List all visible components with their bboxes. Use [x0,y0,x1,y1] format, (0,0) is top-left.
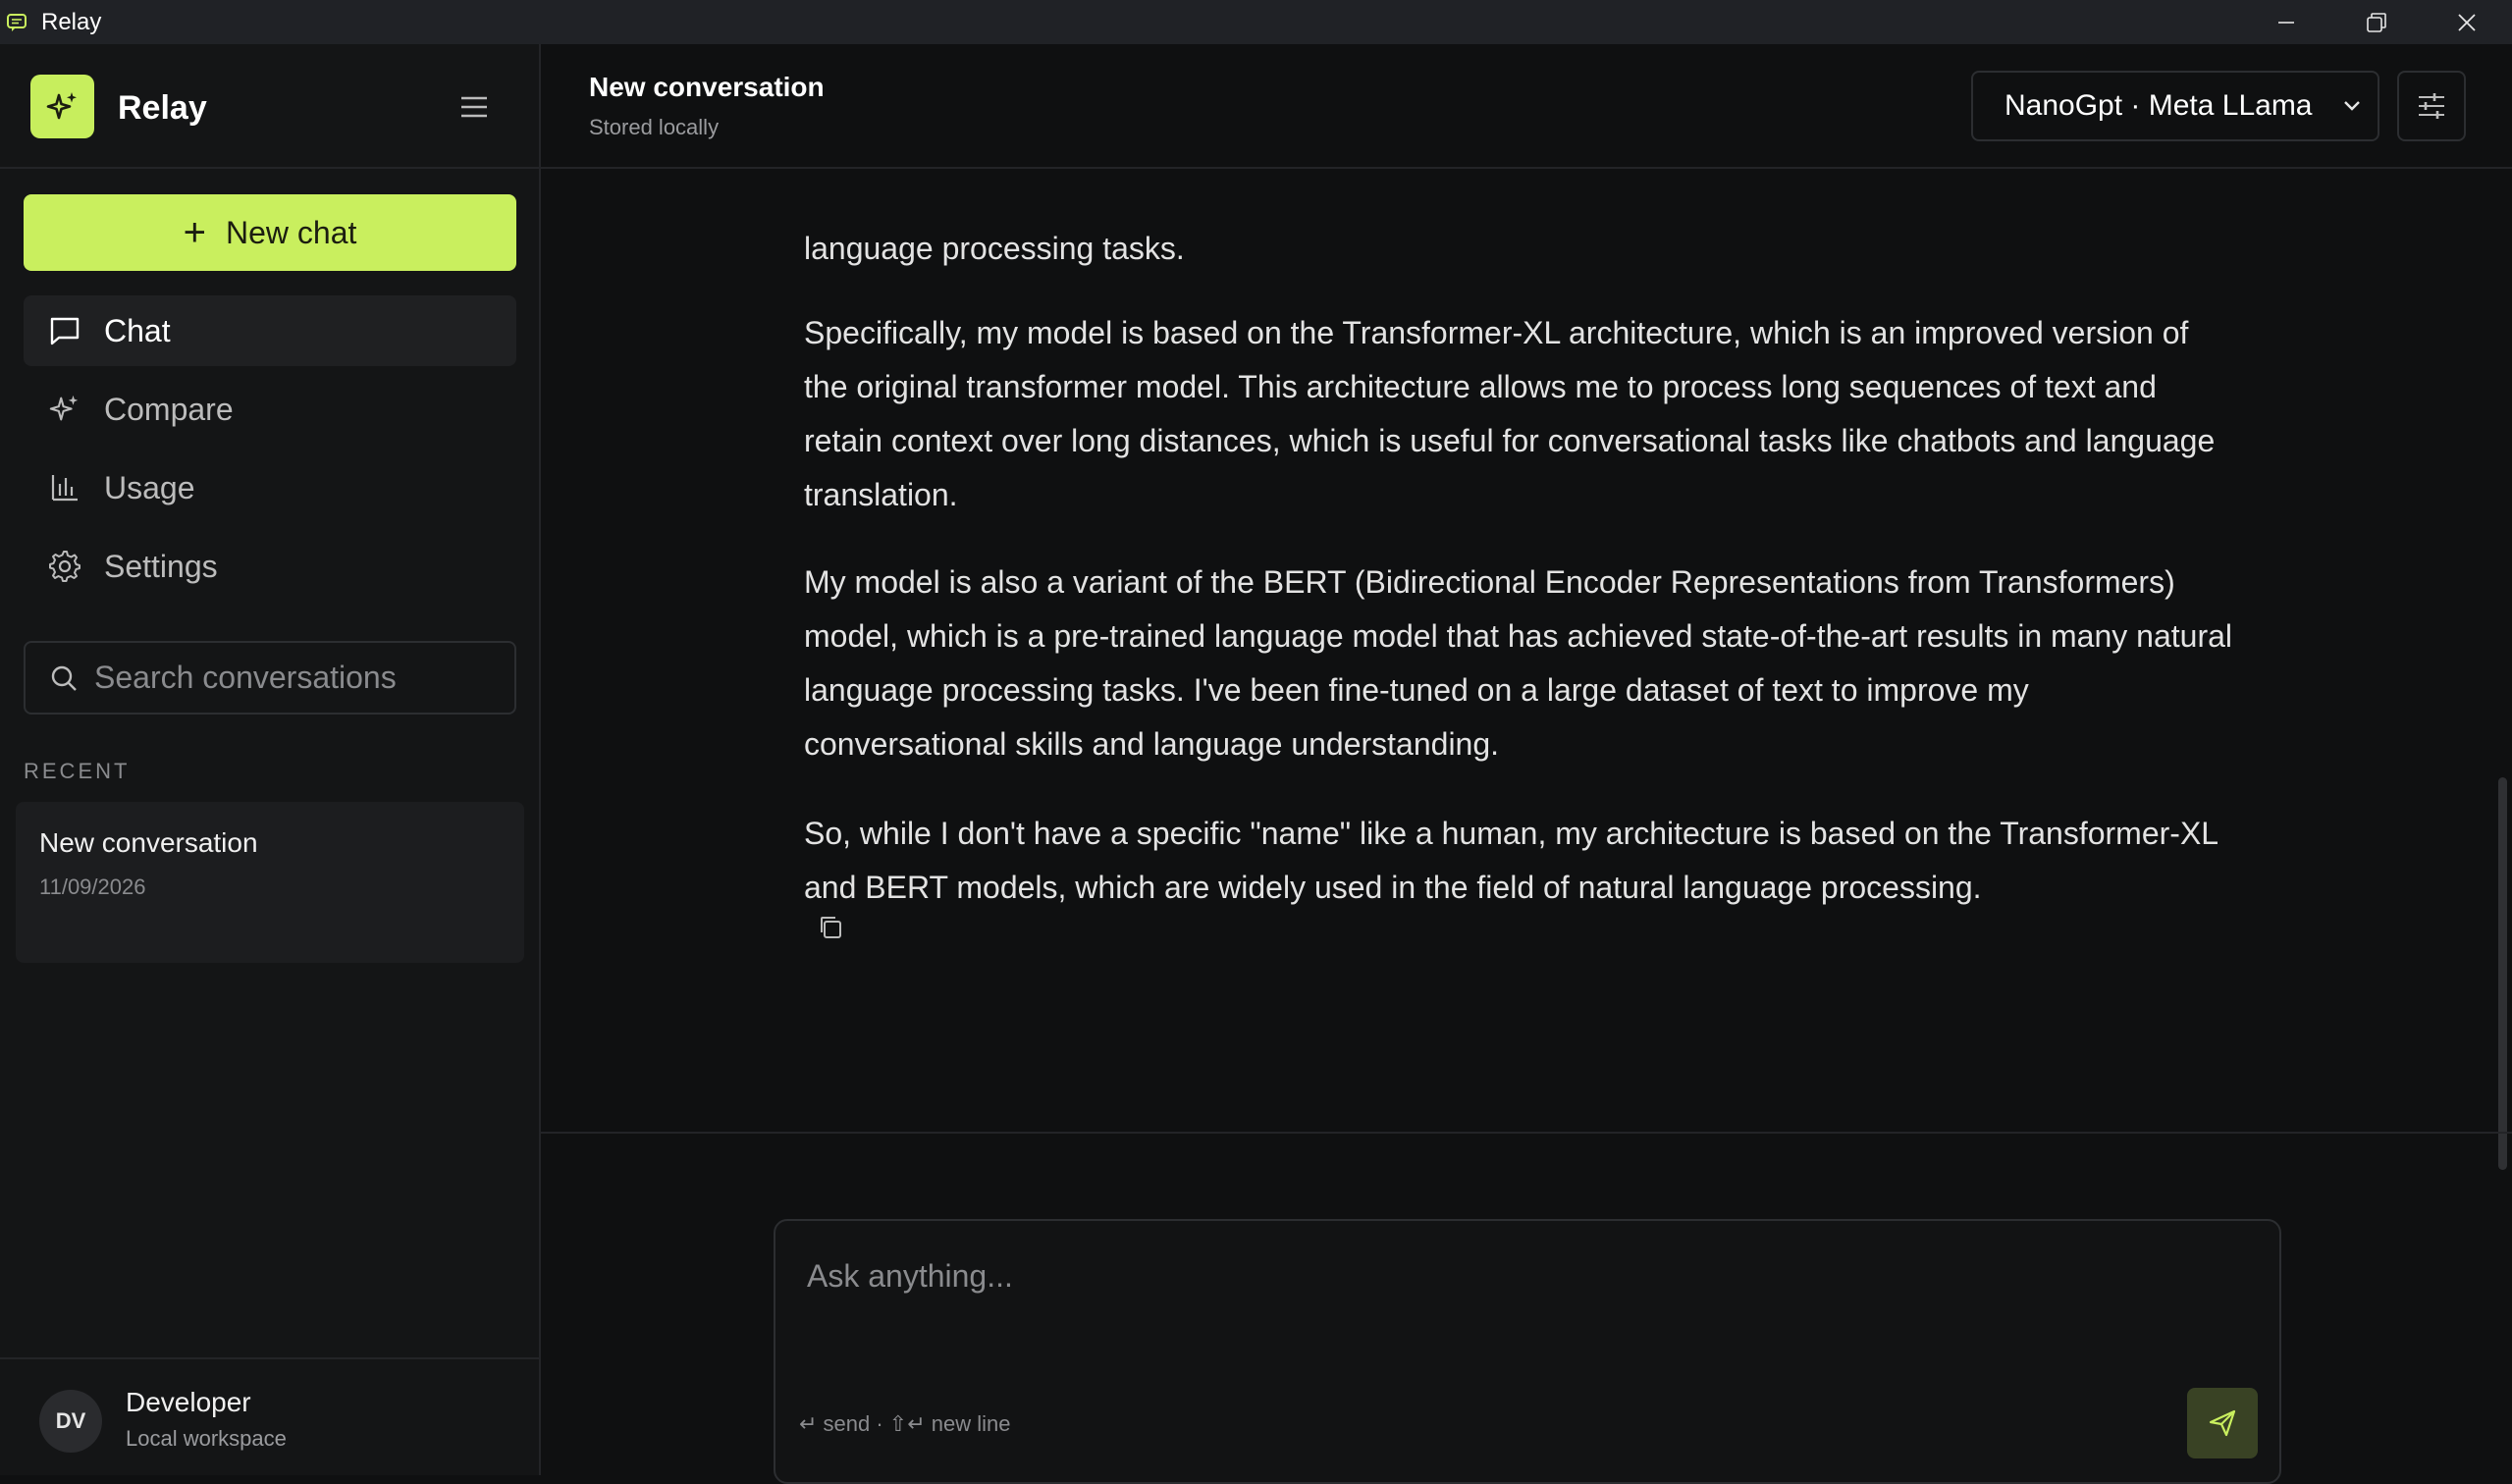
restore-button[interactable] [2331,0,2422,44]
conversation-title: New conversation [39,827,258,858]
nav-item-compare[interactable]: Compare [24,374,516,445]
search-conversations[interactable] [24,641,516,715]
conversation-date: 11/09/2026 [39,874,146,899]
search-icon [49,663,79,693]
sidebar: Relay + New chat Chat Compare Usage Sett… [0,44,541,1475]
sidebar-toggle-button[interactable] [454,88,494,126]
minimize-button[interactable] [2241,0,2331,44]
nav-item-label: Chat [104,312,171,348]
send-button[interactable] [2187,1388,2258,1458]
copy-message-button[interactable] [811,908,850,947]
message-list: language processing tasks. Specifically,… [541,169,2512,1175]
nav-item-label: Usage [104,469,195,505]
chat-settings-button[interactable] [2397,71,2466,141]
restore-icon [2367,12,2386,32]
window-controls [2241,0,2512,44]
nav-item-chat[interactable]: Chat [24,295,516,366]
model-selector-value: NanoGpt · Meta LLama [2004,89,2313,122]
composer[interactable]: ↵ send · ⇧↵ new line [774,1219,2281,1484]
minimize-icon [2278,21,2294,24]
composer-area: ↵ send · ⇧↵ new line [541,1132,2512,1484]
brand-name: Relay [118,89,207,127]
assistant-message-paragraph: Specifically, my model is based on the T… [804,315,2216,512]
close-button[interactable] [2422,0,2512,44]
brand-logo [30,75,94,138]
conversation-header-title: New conversation [589,72,825,102]
sparkles-icon [45,390,84,429]
copy-icon [821,917,841,938]
user-profile[interactable]: DV Developer Local workspace [0,1357,539,1475]
composer-hint: ↵ send · ⇧↵ new line [799,1411,1011,1436]
plus-icon: + [183,211,206,254]
send-icon [2209,1409,2236,1437]
main-panel: New conversation Stored locally NanoGpt … [541,44,2512,1484]
nav-item-label: Settings [104,548,218,584]
assistant-message-paragraph: So, while I don't have a specific "name"… [804,816,2218,905]
sidebar-brand: Relay [0,44,539,169]
sliders-icon [2419,93,2444,119]
close-icon [2458,13,2476,31]
recent-section-label: RECENT [24,759,131,783]
chevron-down-icon [2344,101,2360,111]
sparkles-icon [46,91,77,119]
hamburger-icon [461,96,487,118]
relay-app-icon [7,13,27,31]
model-selector[interactable]: NanoGpt · Meta LLama [1971,71,2379,141]
new-chat-button[interactable]: + New chat [24,194,516,271]
message-input[interactable] [807,1258,2181,1356]
assistant-message-paragraph: My model is also a variant of the BERT (… [804,564,2232,762]
window-title: Relay [41,8,102,35]
avatar: DV [39,1390,102,1453]
nav-item-settings[interactable]: Settings [24,531,516,602]
title-bar: Relay [0,0,2512,44]
user-name: Developer [126,1387,251,1417]
nav-item-label: Compare [104,391,234,427]
user-workspace: Local workspace [126,1426,287,1451]
conversation-header-subtitle: Stored locally [589,115,720,139]
nav-item-usage[interactable]: Usage [24,452,516,523]
conversation-item[interactable]: New conversation 11/09/2026 [16,802,524,963]
new-chat-label: New chat [225,214,357,250]
assistant-message-paragraph: language processing tasks. [804,231,1185,266]
message-scrollbar[interactable] [2498,777,2507,1170]
gear-icon [45,547,84,586]
chat-bubble-icon [45,311,84,350]
search-input[interactable] [94,660,487,696]
conversation-header: New conversation Stored locally NanoGpt … [541,44,2512,169]
bar-chart-icon [45,468,84,507]
